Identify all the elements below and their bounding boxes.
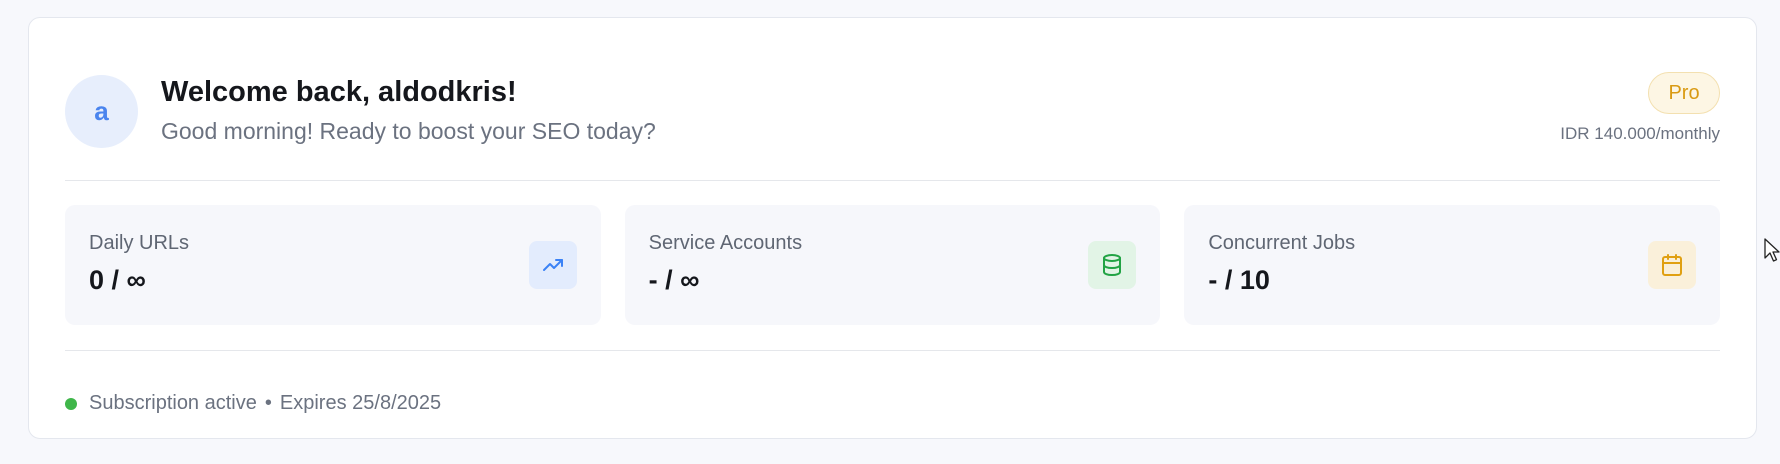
stat-card-concurrent-jobs: Concurrent Jobs - / 10 — [1184, 205, 1721, 325]
stats-row: Daily URLs 0 / ∞ Service Accounts - / ∞ — [65, 205, 1721, 325]
header-divider — [65, 180, 1720, 181]
stat-value: 0 / ∞ — [89, 265, 146, 295]
subscription-status: Subscription active • Expires 25/8/2025 — [65, 392, 441, 415]
footer-divider — [65, 350, 1720, 351]
mouse-cursor-icon — [1764, 238, 1780, 262]
status-separator: • — [264, 392, 272, 414]
status-text: Subscription active — [89, 392, 257, 414]
welcome-title: Welcome back, aldodkris! — [161, 76, 517, 108]
calendar-icon — [1648, 241, 1697, 289]
stat-value: - / ∞ — [648, 265, 700, 295]
welcome-header: a Welcome back, aldodkris! Good morning!… — [65, 58, 1720, 148]
status-dot — [65, 397, 77, 410]
stat-label: Service Accounts — [648, 232, 803, 254]
expiry-text: Expires 25/8/2025 — [279, 392, 442, 414]
subscription-card: a Welcome back, aldodkris! Good morning!… — [28, 17, 1757, 439]
trending-up-icon — [528, 241, 577, 289]
stat-value: - / 10 — [1208, 265, 1270, 295]
stat-card-service-accounts: Service Accounts - / ∞ — [624, 205, 1161, 325]
stat-label: Concurrent Jobs — [1208, 232, 1356, 254]
stat-card-daily-urls: Daily URLs 0 / ∞ — [65, 205, 601, 325]
stat-label: Daily URLs — [89, 232, 190, 254]
avatar: a — [65, 75, 138, 148]
database-icon — [1088, 241, 1137, 289]
plan-price: IDR 140.000/monthly — [1560, 124, 1720, 143]
greeting-text: Good morning! Ready to boost your SEO to… — [161, 118, 656, 144]
plan-badge: Pro — [1648, 72, 1720, 114]
